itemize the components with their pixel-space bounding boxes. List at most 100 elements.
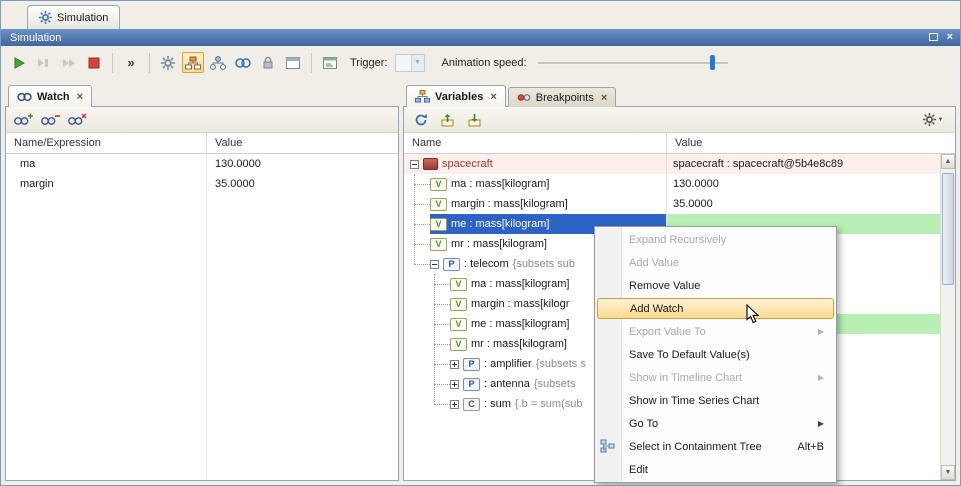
table-row[interactable]: margin 35.0000 — [6, 174, 398, 194]
toggle-tree-view-button[interactable] — [182, 52, 204, 73]
options-gear-button[interactable]: ▼ — [918, 111, 948, 129]
collapse-toggle-icon[interactable] — [410, 160, 419, 169]
tree-node-label[interactable]: mr : mass[kilogram] — [451, 238, 547, 250]
float-window-icon[interactable] — [929, 33, 938, 41]
watch-value[interactable]: 35.0000 — [206, 174, 398, 194]
expand-toggle-icon[interactable] — [450, 380, 459, 389]
cell-value[interactable]: 130.0000 — [673, 178, 719, 190]
toolbar-separator — [112, 53, 113, 73]
tree-node-label[interactable]: : sum — [484, 398, 511, 410]
tree-node-tag: {subsets — [534, 378, 576, 390]
watch-name[interactable]: ma — [6, 158, 206, 170]
title-bar[interactable]: Simulation × — [1, 29, 960, 46]
close-tab-icon[interactable]: × — [77, 91, 83, 103]
column-header[interactable]: Name/Expression — [6, 133, 206, 153]
watch-name[interactable]: margin — [6, 178, 206, 190]
tree-row-spacecraft[interactable]: spacecraft spacecraft : spacecraft@5b4e8… — [404, 154, 955, 174]
tree-node-label[interactable]: margin : mass[kilogr — [471, 298, 569, 310]
close-tab-icon[interactable]: × — [490, 91, 496, 103]
mouse-cursor-icon — [746, 304, 760, 327]
context-menu: Expand Recursively Add Value Remove Valu… — [594, 226, 837, 483]
menu-item-remove-value[interactable]: Remove Value — [595, 274, 836, 297]
trigger-dropdown[interactable]: ▼ — [395, 54, 425, 72]
scrollbar-thumb[interactable] — [942, 173, 954, 285]
overflow-chevron-icon[interactable]: » — [120, 52, 142, 73]
animation-window-button[interactable] — [282, 52, 304, 73]
collapse-toggle-icon[interactable] — [430, 260, 439, 269]
breakpoints-icon — [517, 92, 531, 103]
pause-button[interactable] — [33, 52, 55, 73]
menu-item-edit[interactable]: Edit — [595, 458, 836, 481]
stop-button[interactable] — [83, 52, 105, 73]
tab-watch[interactable]: Watch × — [8, 85, 92, 107]
save-values-button[interactable] — [465, 111, 485, 129]
refresh-button[interactable] — [411, 111, 431, 129]
column-header[interactable]: Value — [206, 133, 398, 153]
watch-panel: Watch × Name/Expression — [5, 83, 399, 481]
watch-value[interactable]: 130.0000 — [206, 154, 398, 174]
table-row[interactable]: ma 130.0000 — [6, 154, 398, 174]
scroll-up-icon[interactable]: ▲ — [941, 154, 955, 169]
tree-node-label[interactable]: : antenna — [484, 378, 530, 390]
menu-item-expand-recursively: Expand Recursively — [595, 228, 836, 251]
trigger-label: Trigger: — [350, 57, 388, 69]
menu-item-go-to[interactable]: Go To ▶ — [595, 412, 836, 435]
scroll-down-icon[interactable]: ▼ — [941, 465, 955, 480]
add-watch-button[interactable] — [13, 111, 33, 129]
tree-node-label[interactable]: mr : mass[kilogram] — [471, 338, 567, 350]
value-property-icon: V — [430, 198, 447, 211]
part-property-icon: P — [463, 378, 480, 391]
tab-variables[interactable]: Variables × — [406, 85, 506, 107]
tree-node-tag: {subsets sub — [513, 258, 575, 270]
tab-breakpoints[interactable]: Breakpoints × — [508, 87, 617, 107]
expand-toggle-icon[interactable] — [450, 360, 459, 369]
tree-node-label[interactable]: spacecraft — [442, 158, 493, 170]
cell-value[interactable]: spacecraft : spacecraft@5b4e8c89 — [673, 158, 843, 170]
menu-item-save-to-default-values[interactable]: Save To Default Value(s) — [595, 343, 836, 366]
tree-row[interactable]: V margin : mass[kilogram] 35.0000 — [404, 194, 955, 214]
close-tab-icon[interactable]: × — [601, 92, 607, 104]
variables-tabs-row: Variables × Breakpoints × — [403, 83, 956, 107]
toggle-watch-view-button[interactable] — [232, 52, 254, 73]
slider-handle[interactable] — [710, 55, 715, 70]
export-values-button[interactable] — [438, 111, 458, 129]
console-output-button[interactable] — [319, 52, 341, 73]
tree-node-label[interactable]: : amplifier — [484, 358, 532, 370]
column-header[interactable]: Name — [404, 133, 666, 153]
lock-button[interactable] — [257, 52, 279, 73]
tree-row[interactable]: V ma : mass[kilogram] 130.0000 — [404, 174, 955, 194]
tree-node-label[interactable]: ma : mass[kilogram] — [451, 178, 549, 190]
cell-value[interactable]: 35.0000 — [673, 198, 713, 210]
submenu-arrow-icon: ▶ — [818, 419, 824, 428]
simulation-toolbar: » Trigger: ▼ Animation speed: — [1, 46, 960, 79]
close-icon[interactable]: × — [947, 32, 953, 42]
watch-table-header: Name/Expression Value — [6, 133, 398, 154]
remove-watch-button[interactable] — [40, 111, 60, 129]
menu-item-add-watch[interactable]: Add Watch — [597, 298, 834, 319]
settings-gear-button[interactable] — [157, 52, 179, 73]
tree-node-label[interactable]: : telecom — [464, 258, 509, 270]
chevron-down-icon: ▼ — [938, 117, 944, 123]
menu-item-add-value: Add Value — [595, 251, 836, 274]
column-divider — [206, 194, 207, 480]
tab-simulation[interactable]: Simulation — [27, 5, 120, 29]
tree-node-label[interactable]: me : mass[kilogram] — [471, 318, 569, 330]
watch-toolbar — [6, 107, 398, 133]
simulation-window: Simulation Simulation × » — [0, 0, 961, 486]
menu-item-show-in-time-series-chart[interactable]: Show in Time Series Chart — [595, 389, 836, 412]
remove-all-watches-button[interactable] — [67, 111, 87, 129]
value-property-icon: V — [430, 178, 447, 191]
step-button[interactable] — [58, 52, 80, 73]
menu-item-select-in-containment-tree[interactable]: Select in Containment Tree Alt+B — [595, 435, 836, 458]
variables-toolbar: ▼ — [404, 107, 955, 133]
tree-node-label[interactable]: margin : mass[kilogram] — [451, 198, 568, 210]
run-button[interactable] — [8, 52, 30, 73]
expand-toggle-icon[interactable] — [450, 400, 459, 409]
vertical-scrollbar[interactable]: ▲ ▼ — [940, 154, 955, 480]
tree-node-label[interactable]: me : mass[kilogram] — [451, 218, 549, 230]
toggle-graph-view-button[interactable] — [207, 52, 229, 73]
column-header[interactable]: Value — [666, 133, 955, 153]
animation-speed-slider[interactable] — [538, 54, 728, 72]
scrollbar-track[interactable] — [941, 169, 955, 465]
tree-node-label[interactable]: ma : mass[kilogram] — [471, 278, 569, 290]
